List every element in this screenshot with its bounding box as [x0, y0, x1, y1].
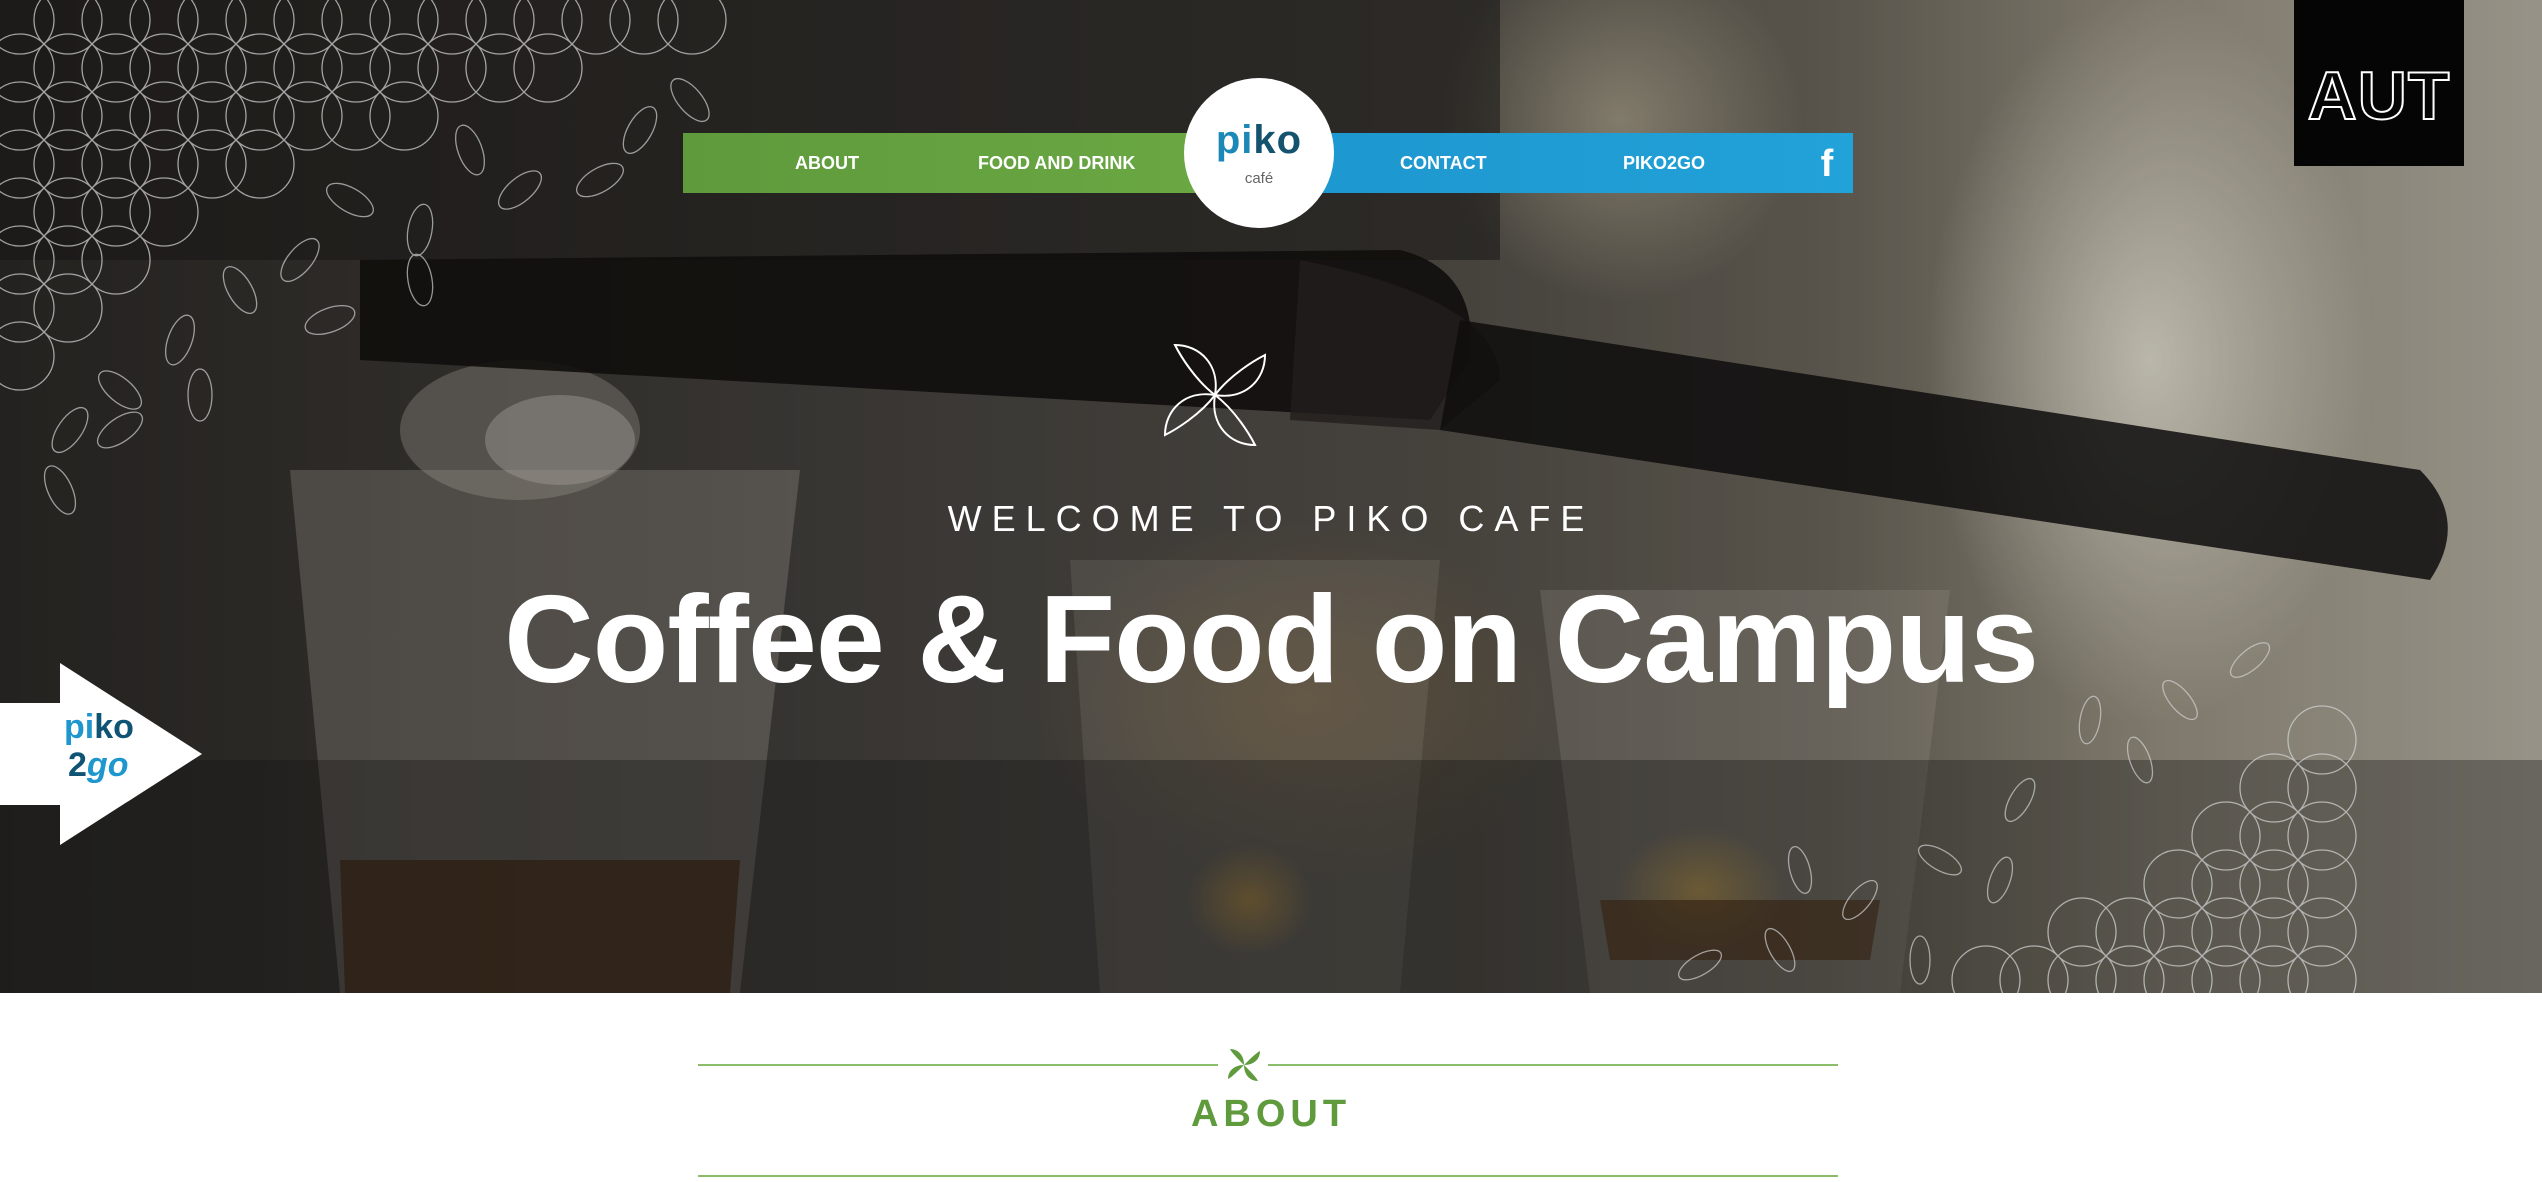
nav-item-food-and-drink[interactable]: FOOD AND DRINK [978, 133, 1135, 193]
piko2go-go: go [86, 746, 129, 784]
hero-headline: Coffee & Food on Campus [504, 571, 2039, 709]
green-flower-icon [1228, 1049, 1260, 1081]
about-divider-right [1268, 1064, 1838, 1066]
piko2go-ko: ko [94, 708, 134, 746]
logo-subtitle: café [1244, 170, 1274, 187]
logo-word-pi: pi [1215, 118, 1254, 162]
nav-item-piko2go[interactable]: PIKO2GO [1623, 133, 1705, 193]
nav-item-about[interactable]: ABOUT [795, 133, 859, 193]
piko2go-two: 2 [68, 746, 87, 784]
about-divider-bottom [698, 1175, 1838, 1177]
piko2go-logo-line2: 2go [68, 748, 128, 782]
nav-bar-right [1303, 133, 1853, 193]
facebook-icon[interactable]: f [1812, 145, 1842, 183]
piko2go-logo-line1: piko [64, 710, 134, 744]
aut-badge-label: AUT [2307, 58, 2451, 134]
about-heading: ABOUT [1190, 1093, 1352, 1135]
four-petal-flower-icon [1163, 343, 1267, 447]
about-divider-left [698, 1064, 1218, 1066]
logo-wordmark: piko [1184, 120, 1334, 160]
logo-word-ko: ko [1253, 118, 1303, 162]
piko2go-pi: pi [64, 708, 95, 746]
hero-welcome-text: WELCOME TO PIKO CAFE [947, 498, 1595, 539]
nav-item-contact[interactable]: CONTACT [1400, 133, 1487, 193]
